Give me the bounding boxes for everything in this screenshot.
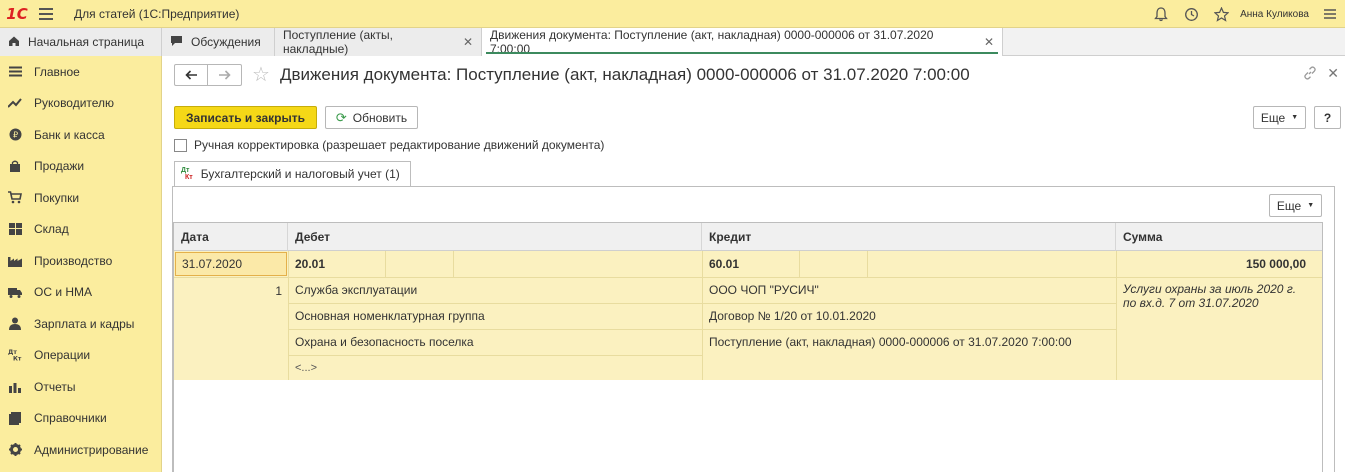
tab-home[interactable]: Начальная страница — [0, 28, 162, 56]
tab-document-movements[interactable]: Движения документа: Поступление (акт, на… — [482, 28, 1003, 56]
sidebar-item-purchases[interactable]: Покупки — [0, 182, 161, 214]
warehouse-grid-icon — [8, 222, 22, 236]
app-title: Для статей (1С:Предприятие) — [74, 6, 240, 21]
menu-lines-icon[interactable] — [1315, 0, 1345, 28]
back-arrow-icon[interactable] — [175, 65, 209, 85]
sidebar-item-production[interactable]: Производство — [0, 245, 161, 277]
cart-icon — [8, 191, 22, 205]
home-icon — [8, 35, 20, 50]
sidebar-item-warehouse[interactable]: Склад — [0, 214, 161, 246]
forward-arrow-icon[interactable] — [208, 65, 241, 85]
save-and-close-button[interactable]: Записать и закрыть — [174, 106, 317, 129]
bar-chart-icon — [8, 380, 22, 394]
debit-subconto-1[interactable]: Служба эксплуатации — [295, 277, 417, 303]
tab-receipts-list[interactable]: Поступление (акты, накладные) ✕ — [275, 28, 482, 56]
tab-label: Поступление (акты, накладные) — [283, 28, 393, 56]
sidebar-item-reports[interactable]: Отчеты — [0, 371, 161, 403]
credit-subconto-2[interactable]: Договор № 1/20 от 10.01.2020 — [709, 303, 876, 329]
svg-text:₽: ₽ — [12, 131, 17, 140]
factory-icon — [8, 254, 22, 268]
sidebar-item-fixed-assets[interactable]: ОС и НМА — [0, 277, 161, 309]
sidebar-item-catalogs[interactable]: Справочники — [0, 403, 161, 435]
user-name[interactable]: Анна Куликова — [1240, 9, 1309, 20]
title-bar: 1С Для статей (1С:Предприятие) Анна Кули… — [0, 0, 1345, 28]
credit-subconto-3[interactable]: Поступление (акт, накладная) 0000-000006… — [709, 329, 1072, 355]
sidebar-item-sales[interactable]: Продажи — [0, 151, 161, 183]
column-header-debit[interactable]: Дебет — [288, 223, 702, 251]
sidebar-item-salary[interactable]: Зарплата и кадры — [0, 308, 161, 340]
main-menu-icon[interactable] — [32, 0, 60, 28]
column-header-amount[interactable]: Сумма — [1116, 223, 1322, 251]
sidebar-item-admin[interactable]: Администрирование — [0, 434, 161, 466]
debit-credit-icon: Дт Кт — [181, 167, 193, 181]
sections-panel: Главное Руководителю ₽ Банк и касса Прод… — [0, 56, 162, 472]
table-more-button[interactable]: Еще ▼ — [1269, 194, 1322, 217]
sidebar-item-manager[interactable]: Руководителю — [0, 88, 161, 120]
refresh-button[interactable]: ⟳ Обновить — [325, 106, 418, 129]
credit-subconto-1[interactable]: ООО ЧОП "РУСИЧ" — [709, 277, 819, 303]
movements-table: Дата Дебет Кредит Сумма 31.07.2020 1 20.… — [173, 222, 1323, 472]
debit-more-link[interactable]: <...> — [295, 355, 317, 380]
close-icon[interactable]: ✕ — [984, 35, 994, 49]
history-icon[interactable] — [1176, 0, 1206, 28]
gear-icon — [8, 443, 22, 457]
page-title: Движения документа: Поступление (акт, на… — [280, 65, 970, 84]
refresh-icon: ⟳ — [335, 109, 347, 125]
amount-value[interactable]: 150 000,00 — [1116, 251, 1306, 277]
debit-credit-icon: Дт Кт — [8, 348, 22, 362]
dropdown-arrow-icon: ▼ — [1307, 202, 1315, 209]
tab-label: Начальная страница — [28, 35, 145, 49]
person-icon — [8, 317, 22, 331]
more-button[interactable]: Еще ▼ — [1253, 106, 1306, 129]
svg-text:Кт: Кт — [13, 356, 22, 362]
bell-icon[interactable] — [1146, 0, 1176, 28]
menu-lines-icon — [8, 65, 22, 79]
link-icon[interactable] — [1303, 66, 1317, 83]
manual-correction-checkbox[interactable] — [174, 138, 187, 152]
favorite-star-icon[interactable]: ☆ — [252, 62, 270, 87]
debit-subconto-2[interactable]: Основная номенклатурная группа — [295, 303, 485, 329]
close-icon[interactable]: ✕ — [463, 35, 473, 49]
debit-subconto-3[interactable]: Охрана и безопасность поселка — [295, 329, 474, 355]
bag-icon — [8, 159, 22, 173]
column-header-date[interactable]: Дата — [174, 223, 288, 251]
app-logo-icon[interactable]: 1С — [2, 0, 32, 28]
coin-icon: ₽ — [8, 128, 22, 142]
book-icon — [8, 411, 22, 425]
date-cell[interactable]: 31.07.2020 — [175, 252, 287, 276]
manual-correction-label[interactable]: Ручная корректировка (разрешает редактир… — [194, 138, 604, 152]
credit-account[interactable]: 60.01 — [709, 251, 739, 277]
debit-account[interactable]: 20.01 — [295, 251, 325, 277]
tab-label: Движения документа: Поступление (акт, на… — [490, 28, 934, 56]
dropdown-arrow-icon: ▼ — [1291, 114, 1299, 121]
tab-label: Бухгалтерский и налоговый учет (1) — [200, 167, 400, 181]
tab-label: Обсуждения — [191, 35, 261, 49]
manual-correction-row: Ручная корректировка (разрешает редактир… — [174, 138, 604, 152]
column-header-credit[interactable]: Кредит — [702, 223, 1116, 251]
document-form: ☆ Движения документа: Поступление (акт, … — [162, 56, 1345, 472]
sidebar-item-bank[interactable]: ₽ Банк и касса — [0, 119, 161, 151]
favorites-star-icon[interactable] — [1206, 0, 1236, 28]
chat-icon — [170, 35, 183, 50]
line-number: 1 — [275, 283, 282, 298]
navigation-buttons — [174, 64, 242, 86]
truck-icon — [8, 285, 22, 299]
sidebar-item-main[interactable]: Главное — [0, 56, 161, 88]
tab-accounting-register[interactable]: Дт Кт Бухгалтерский и налоговый учет (1) — [174, 161, 411, 186]
help-button[interactable]: ? — [1314, 106, 1341, 129]
sidebar-item-operations[interactable]: Дт Кт Операции — [0, 340, 161, 372]
close-form-icon[interactable]: ✕ — [1327, 65, 1339, 82]
tab-discussions[interactable]: Обсуждения — [162, 28, 275, 56]
content-text[interactable]: Услуги охраны за июль 2020 г. по вх.д. 7… — [1123, 282, 1308, 310]
trend-icon — [8, 96, 22, 110]
open-windows-bar: Начальная страница Обсуждения Поступлени… — [0, 28, 1345, 56]
